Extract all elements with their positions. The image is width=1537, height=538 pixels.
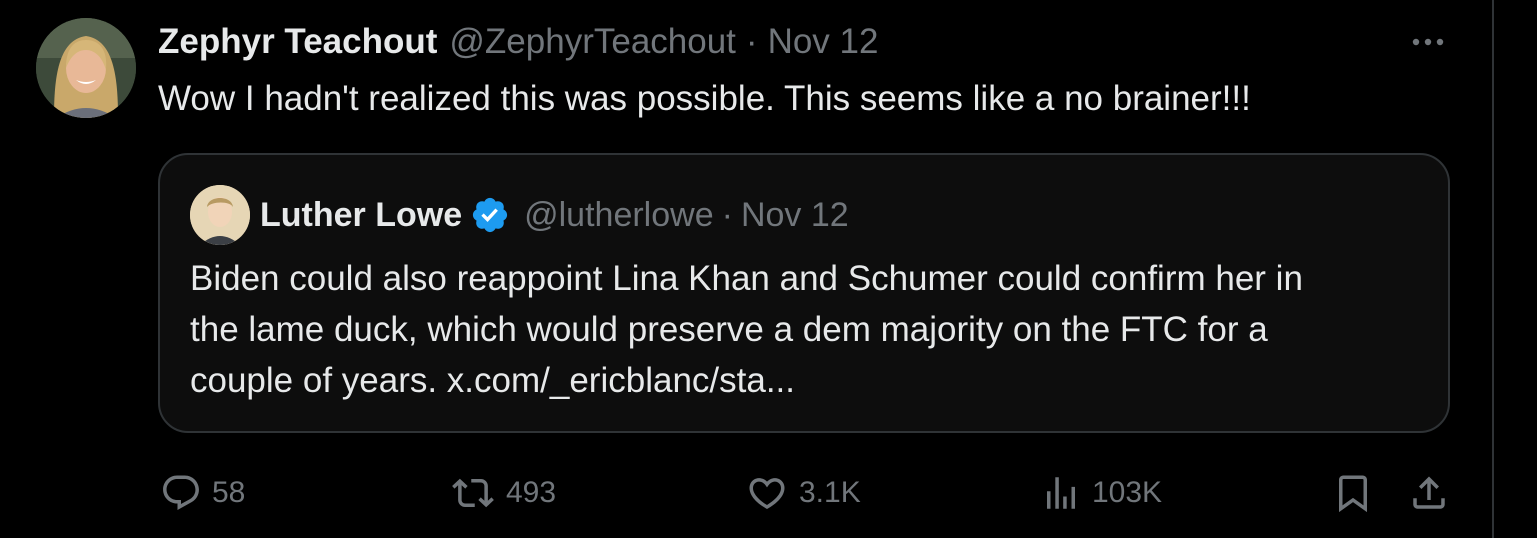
separator: ·: [721, 195, 733, 234]
author-handle[interactable]: @ZephyrTeachout: [449, 22, 736, 62]
author-avatar[interactable]: [36, 18, 136, 118]
timeline-border: [1492, 0, 1494, 538]
like-button[interactable]: 3.1K: [745, 470, 861, 516]
verified-badge-icon: [470, 195, 510, 235]
quoted-date[interactable]: Nov 12: [741, 196, 849, 235]
bookmark-button[interactable]: [1332, 470, 1374, 516]
heart-icon: [745, 472, 789, 514]
quoted-author-avatar[interactable]: [190, 185, 250, 245]
author-name[interactable]: Zephyr Teachout: [158, 22, 437, 62]
repost-button[interactable]: 493: [450, 470, 556, 516]
quoted-author-handle[interactable]: @lutherlowe: [524, 196, 714, 235]
tweet-date[interactable]: Nov 12: [768, 22, 879, 62]
quoted-author-name[interactable]: Luther Lowe: [260, 196, 462, 235]
tweet[interactable]: Zephyr Teachout @ZephyrTeachout · Nov 12…: [0, 0, 1492, 538]
views-count: 103K: [1092, 476, 1163, 509]
more-horizontal-icon[interactable]: [1404, 26, 1452, 58]
views-button[interactable]: 103K: [1040, 470, 1162, 516]
repost-icon: [450, 472, 496, 514]
reply-count: 58: [212, 476, 246, 509]
tweet-text: Wow I hadn't realized this was possible.…: [158, 79, 1251, 118]
quoted-header: Luther Lowe @lutherlowe · Nov 12: [260, 193, 849, 237]
reply-icon: [160, 472, 202, 514]
share-button[interactable]: [1408, 470, 1450, 516]
quoted-text-line: the lame duck, which would preserve a de…: [190, 310, 1268, 349]
repost-count: 493: [506, 476, 557, 509]
like-count: 3.1K: [799, 476, 861, 509]
quoted-tweet[interactable]: Luther Lowe @lutherlowe · Nov 12 Biden c…: [158, 153, 1450, 433]
action-bar: 58 493 3.1K 103K: [0, 470, 1492, 516]
reply-button[interactable]: 58: [160, 470, 245, 516]
bookmark-icon: [1332, 472, 1374, 514]
quoted-text-line: Biden could also reappoint Lina Khan and…: [190, 259, 1303, 298]
views-icon: [1040, 472, 1082, 514]
quoted-text-line: couple of years. x.com/_ericblanc/sta...: [190, 361, 795, 400]
tweet-header: Zephyr Teachout @ZephyrTeachout · Nov 12: [158, 20, 878, 64]
separator: ·: [745, 22, 758, 61]
quoted-text: Biden could also reappoint Lina Khan and…: [190, 253, 1430, 406]
share-icon: [1408, 472, 1450, 514]
